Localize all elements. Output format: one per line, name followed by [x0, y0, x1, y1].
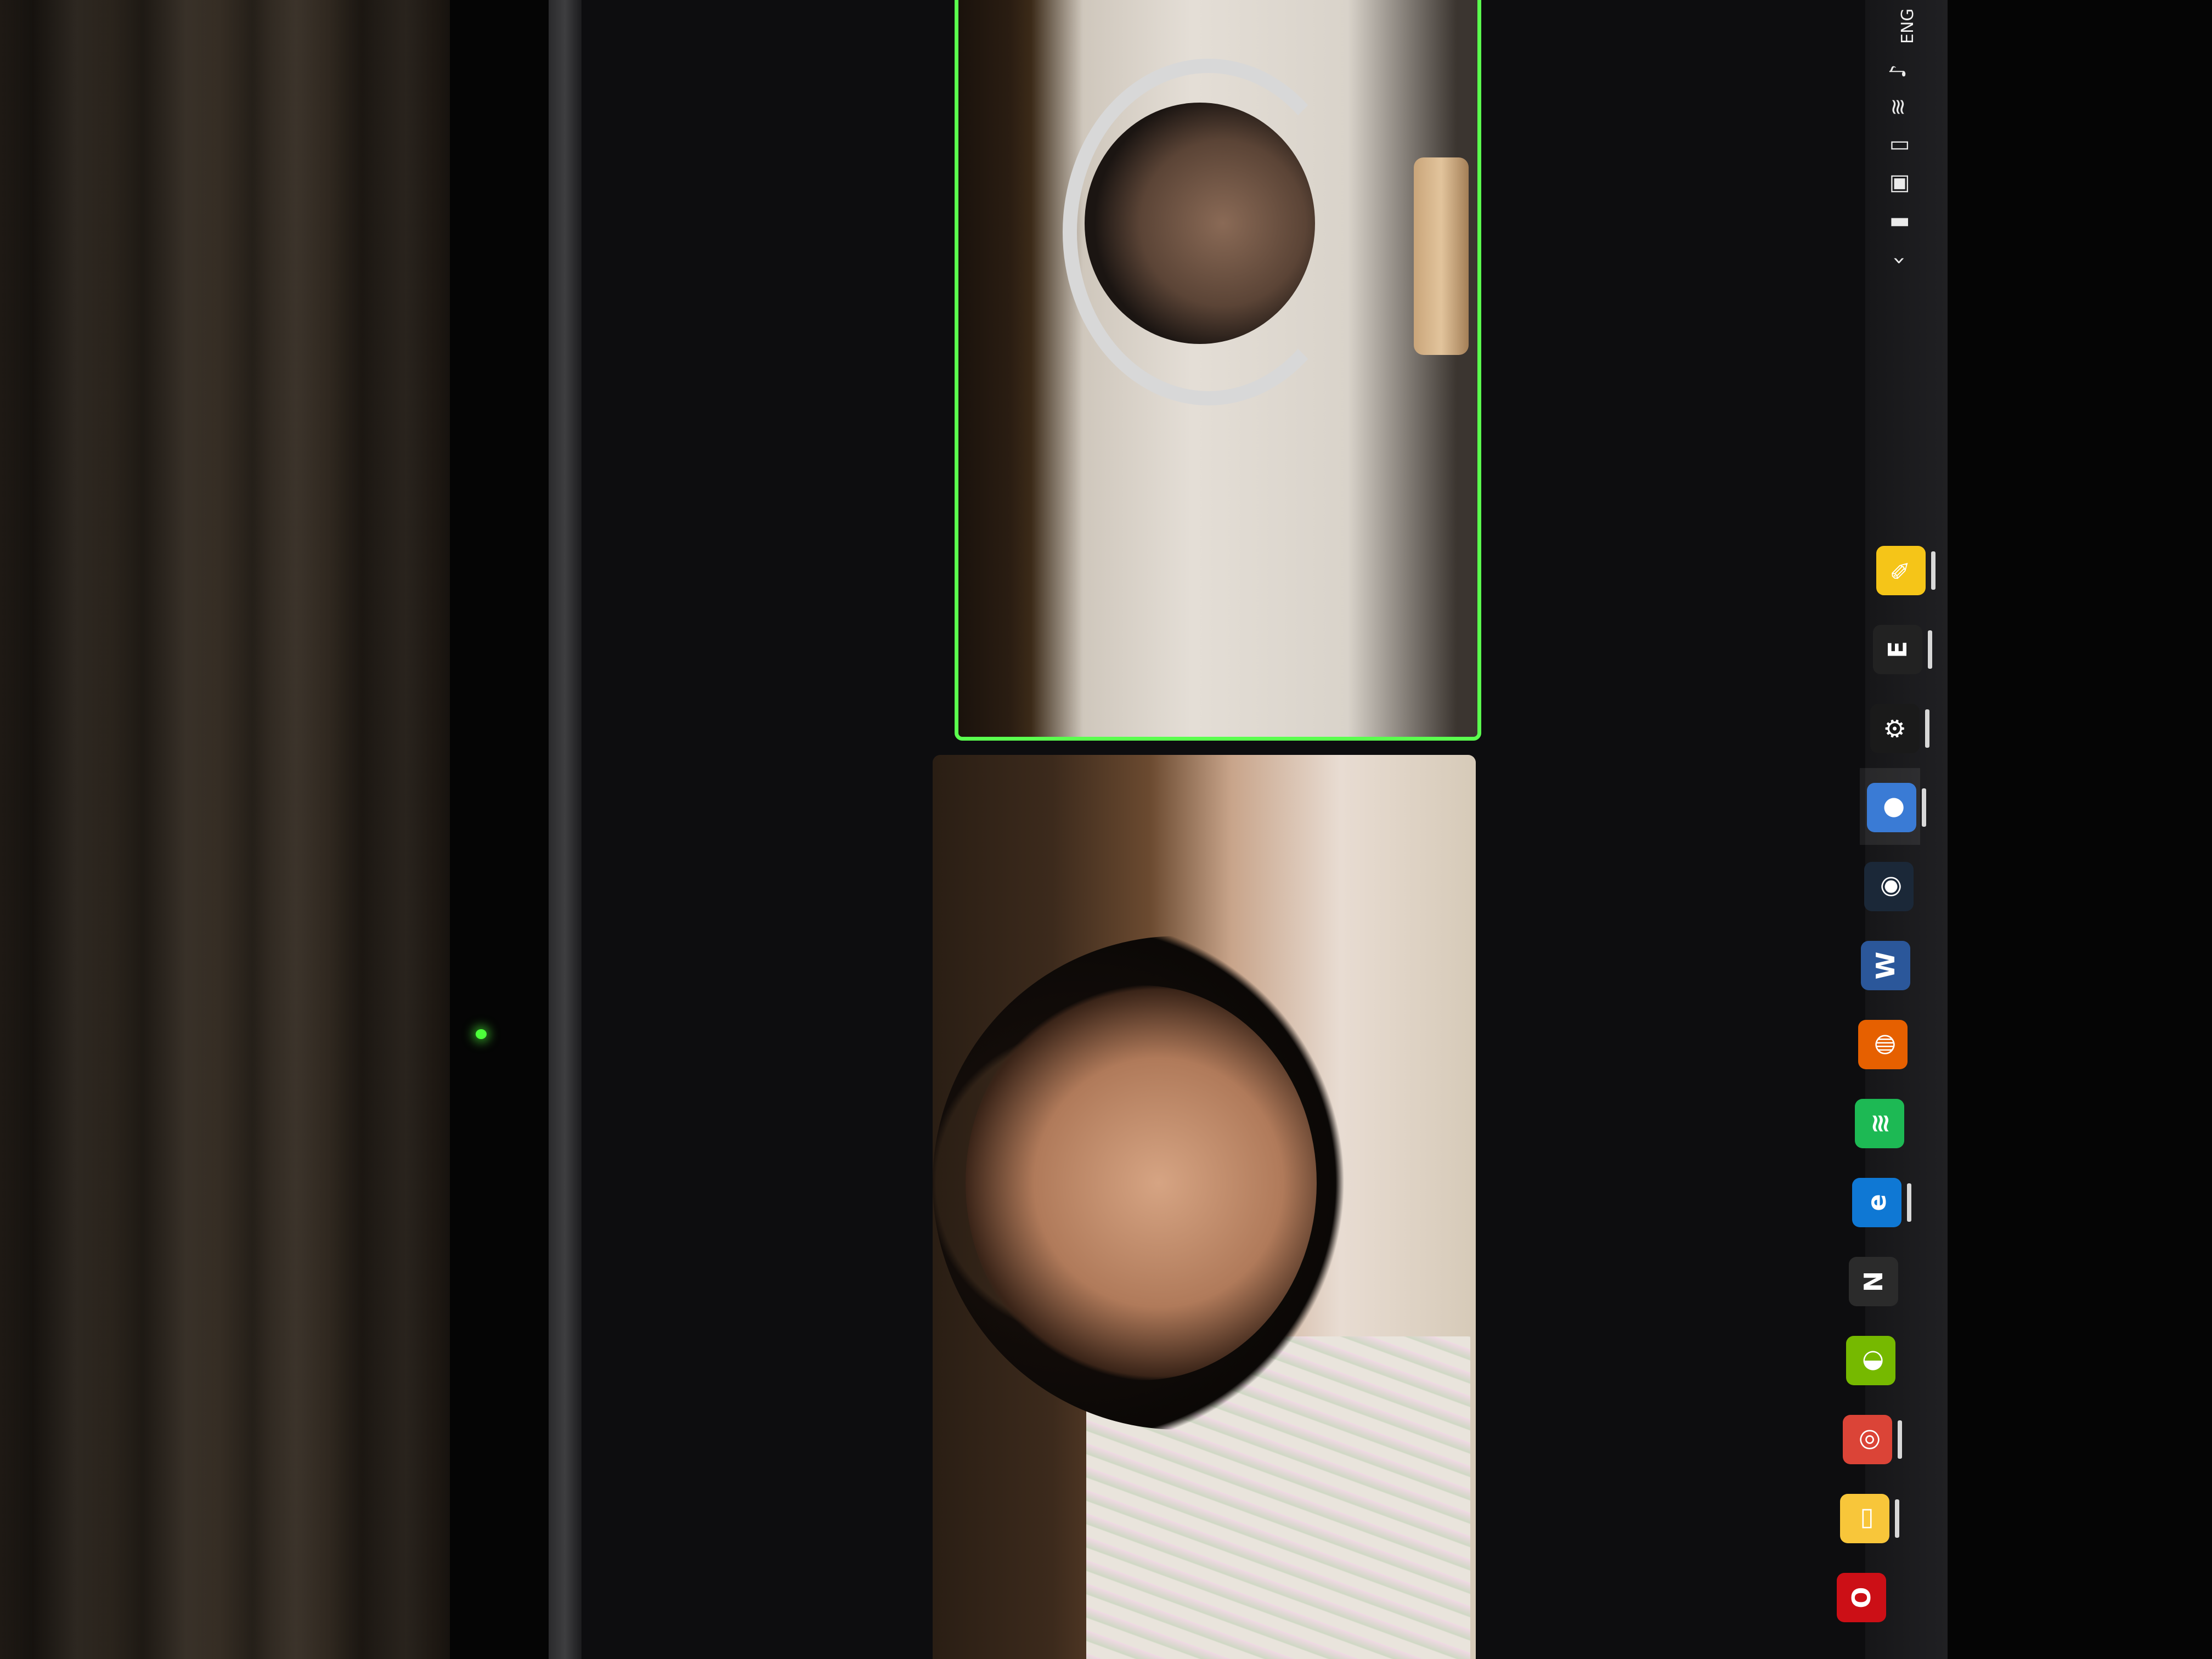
edge-icon[interactable]: e	[1852, 1178, 1901, 1227]
screen-area	[582, 0, 1948, 1659]
running-indicator	[1931, 551, 1936, 590]
chrome-icon[interactable]: ◎	[1843, 1415, 1892, 1464]
power-led-indicator	[476, 1029, 487, 1039]
sticky-notes-icon[interactable]: ✎	[1876, 546, 1926, 595]
running-indicator	[1898, 1420, 1902, 1459]
video-tile-active-speaker[interactable]	[955, 0, 1481, 741]
participant-video-feed	[966, 985, 1317, 1380]
spotify-icon[interactable]: ≋	[1855, 1099, 1904, 1148]
opera-icon[interactable]: O	[1837, 1573, 1886, 1622]
camera-icon[interactable]: ▣	[1882, 167, 1915, 200]
firefox-icon[interactable]: ◍	[1858, 1020, 1908, 1069]
participant-video-feed	[1085, 103, 1315, 344]
running-indicator	[1928, 630, 1932, 669]
monitor-edge	[549, 0, 582, 1659]
battery-icon[interactable]: ▮	[1882, 206, 1915, 239]
language-indicator[interactable]: ENG	[1898, 0, 1920, 44]
photo-scene: ENG ♪ ≋ ▯ ▣ ▮ ‹ ✎ E ⚙ ● ◉ W ◍ ≋ e N ◐ ◎ ▭ O	[0, 0, 2212, 1659]
volume-icon[interactable]: ♪	[1882, 55, 1915, 88]
nvidia-icon[interactable]: ◐	[1846, 1336, 1895, 1385]
system-tray: ENG ♪ ≋ ▯ ▣ ▮ ‹	[1865, 0, 1948, 307]
notion-icon[interactable]: N	[1849, 1257, 1898, 1306]
file-explorer-icon[interactable]: ▭	[1840, 1494, 1889, 1543]
participant-phone	[1414, 157, 1469, 355]
settings-icon[interactable]: ⚙	[1870, 704, 1920, 753]
running-indicator	[1925, 709, 1929, 748]
wifi-icon[interactable]: ≋	[1882, 91, 1915, 123]
word-icon[interactable]: W	[1861, 941, 1910, 990]
zoom-icon[interactable]: ●	[1867, 783, 1916, 832]
chevron-up-icon[interactable]: ‹	[1882, 244, 1915, 277]
steam-icon[interactable]: ◉	[1864, 862, 1914, 911]
running-indicator	[1895, 1499, 1899, 1538]
epic-games-icon[interactable]: E	[1873, 625, 1922, 674]
video-tile-participant[interactable]	[933, 755, 1476, 1659]
running-indicator	[1907, 1183, 1911, 1222]
running-indicator	[1922, 788, 1926, 827]
background-curtain	[0, 0, 450, 1659]
usb-drive-icon[interactable]: ▯	[1882, 129, 1915, 162]
